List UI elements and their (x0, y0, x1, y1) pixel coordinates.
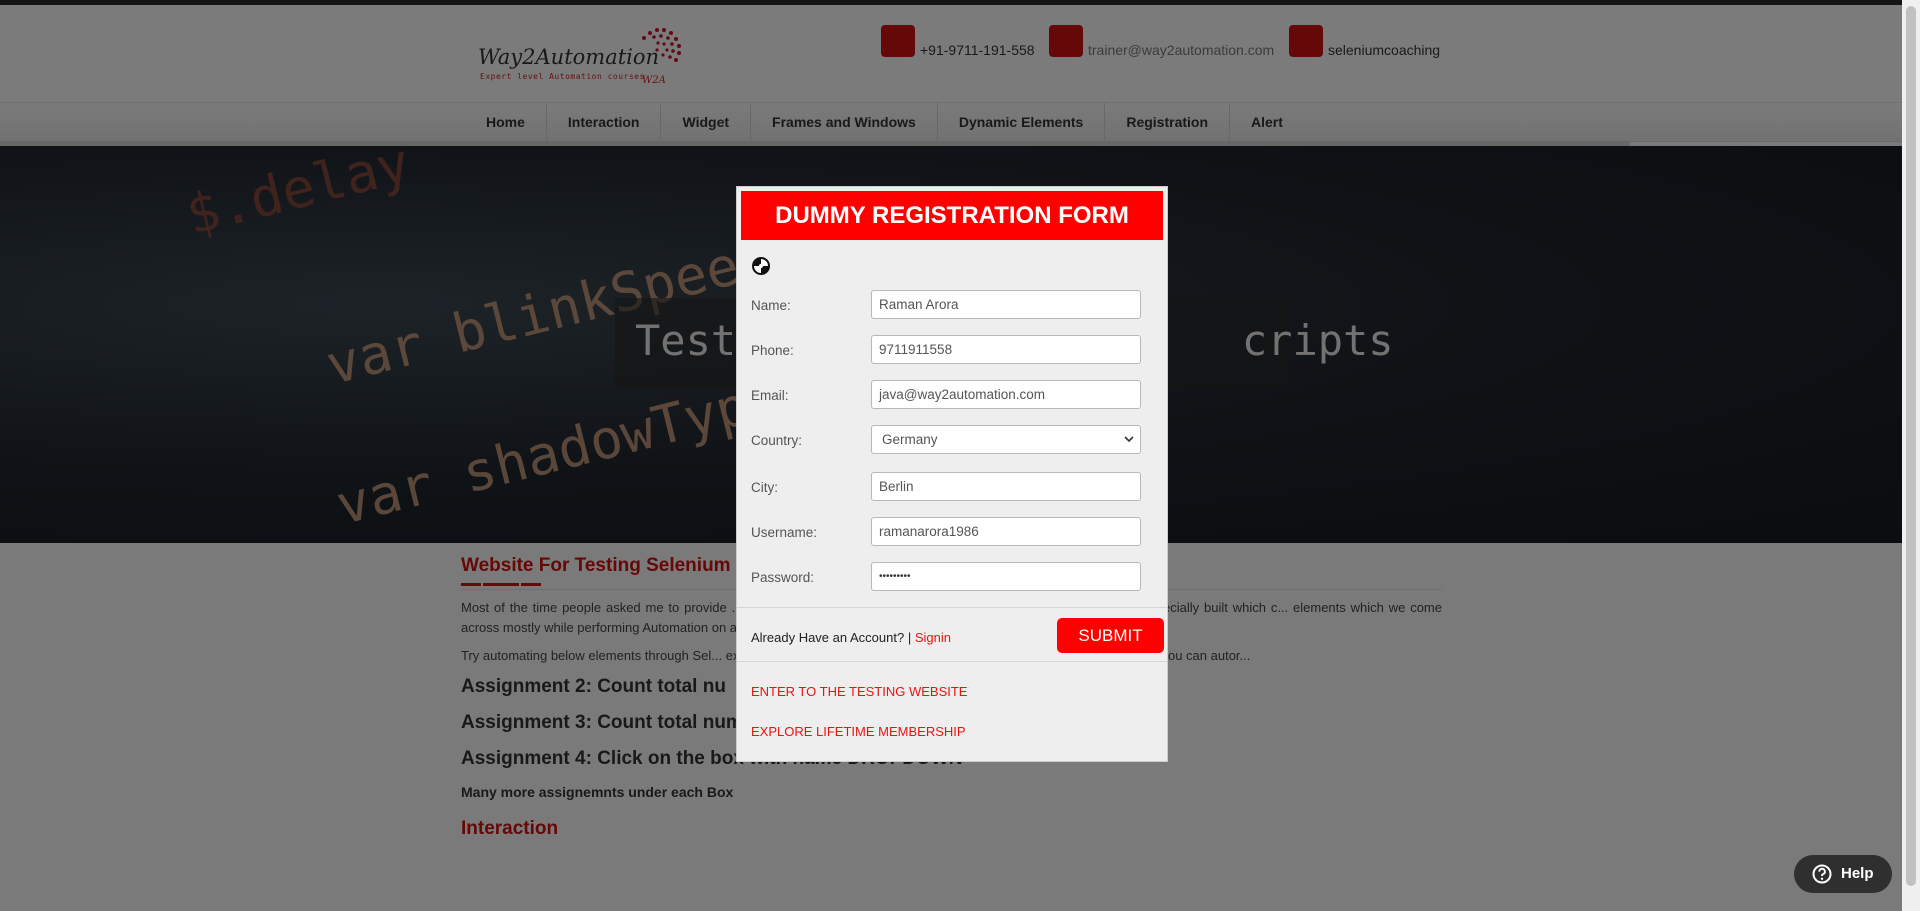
city-label: City: (751, 480, 778, 495)
username-input[interactable]: ramanarora1986 (871, 517, 1141, 546)
country-selected: Germany (882, 432, 938, 447)
scrollbar-thumb[interactable] (1906, 6, 1916, 886)
help-label: Help (1841, 865, 1874, 882)
password-label: Password: (751, 570, 815, 585)
phone-label: Phone: (751, 343, 794, 358)
email-input[interactable]: java@way2automation.com (871, 380, 1141, 409)
modal-divider (737, 661, 1167, 662)
country-select[interactable]: Germany (871, 425, 1141, 454)
phone-row: Phone: 9711911558 (751, 335, 1148, 366)
chevron-down-icon (1124, 436, 1134, 443)
password-row: Password: ••••••••• (751, 562, 1148, 593)
signin-link[interactable]: Signin (915, 630, 951, 645)
close-icon[interactable] (751, 256, 771, 276)
city-row: City: Berlin (751, 472, 1148, 503)
enter-testing-website-link[interactable]: ENTER TO THE TESTING WEBSITE (751, 684, 967, 699)
country-label: Country: (751, 433, 803, 448)
lifetime-membership-link[interactable]: EXPLORE LIFETIME MEMBERSHIP (751, 724, 966, 739)
name-label: Name: (751, 298, 791, 313)
submit-button[interactable]: SUBMIT (1057, 618, 1164, 653)
modal-divider (737, 607, 1167, 608)
password-input[interactable]: ••••••••• (871, 562, 1141, 591)
email-row: Email: java@way2automation.com (751, 380, 1148, 411)
username-row: Username: ramanarora1986 (751, 517, 1148, 548)
modal-title: DUMMY REGISTRATION FORM (741, 191, 1163, 240)
country-row: Country: Germany (751, 425, 1148, 456)
name-input[interactable]: Raman Arora (871, 290, 1141, 319)
phone-input[interactable]: 9711911558 (871, 335, 1141, 364)
registration-modal: DUMMY REGISTRATION FORM Name: Raman Aror… (736, 186, 1168, 762)
page-scrollbar[interactable] (1902, 0, 1920, 911)
account-text: Already Have an Account? | (751, 630, 912, 645)
name-row: Name: Raman Arora (751, 290, 1148, 321)
question-icon (1812, 864, 1832, 884)
help-button[interactable]: Help (1794, 855, 1892, 893)
email-label: Email: (751, 388, 789, 403)
account-prompt: Already Have an Account? | Signin (751, 630, 951, 645)
username-label: Username: (751, 525, 818, 540)
city-input[interactable]: Berlin (871, 472, 1141, 501)
